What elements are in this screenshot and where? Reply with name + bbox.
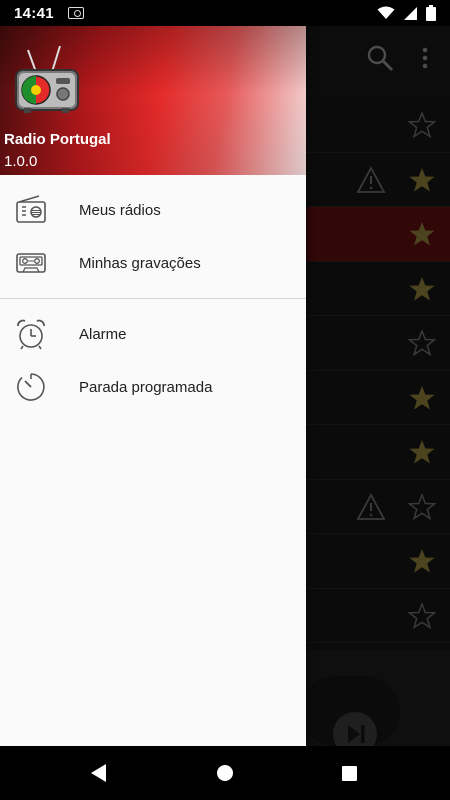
home-icon[interactable] — [212, 760, 238, 786]
menu-item-label: Alarme — [79, 326, 127, 343]
wifi-icon — [377, 6, 395, 19]
status-icons — [377, 5, 436, 21]
menu-item-label: Meus rádios — [79, 202, 161, 219]
menu-divider — [0, 298, 306, 299]
cassette-icon — [16, 253, 46, 273]
screen: 14:41 Radio Portugal 1.0.0 Meus rádios M… — [0, 0, 450, 800]
menu-item-my-recordings[interactable]: Minhas gravações — [0, 237, 306, 290]
drawer-header: Radio Portugal 1.0.0 — [0, 26, 306, 175]
alarm-clock-icon — [17, 319, 45, 350]
menu-item-my-radios[interactable]: Meus rádios — [0, 184, 306, 237]
status-bar: 14:41 — [0, 0, 450, 26]
cellular-signal-icon — [404, 6, 417, 20]
menu-item-label: Parada programada — [79, 379, 213, 396]
status-time: 14:41 — [14, 4, 54, 22]
app-version: 1.0.0 — [4, 153, 38, 170]
radio-icon — [16, 195, 46, 223]
menu-item-scheduled-stop[interactable]: Parada programada — [0, 361, 306, 414]
back-icon[interactable] — [86, 760, 112, 786]
battery-icon — [426, 5, 436, 21]
recents-icon[interactable] — [336, 760, 362, 786]
drawer-menu: Meus rádios Minhas gravações Alarme Para… — [0, 175, 306, 414]
navigation-drawer: Radio Portugal 1.0.0 Meus rádios Minhas … — [0, 26, 306, 746]
system-nav-bar — [0, 746, 450, 800]
timer-icon — [17, 373, 45, 401]
app-name: Radio Portugal — [4, 131, 111, 148]
menu-item-alarm[interactable]: Alarme — [0, 308, 306, 361]
radio-notification-icon — [67, 7, 84, 19]
menu-item-label: Minhas gravações — [79, 255, 201, 272]
portugal-radio-logo — [15, 45, 79, 113]
